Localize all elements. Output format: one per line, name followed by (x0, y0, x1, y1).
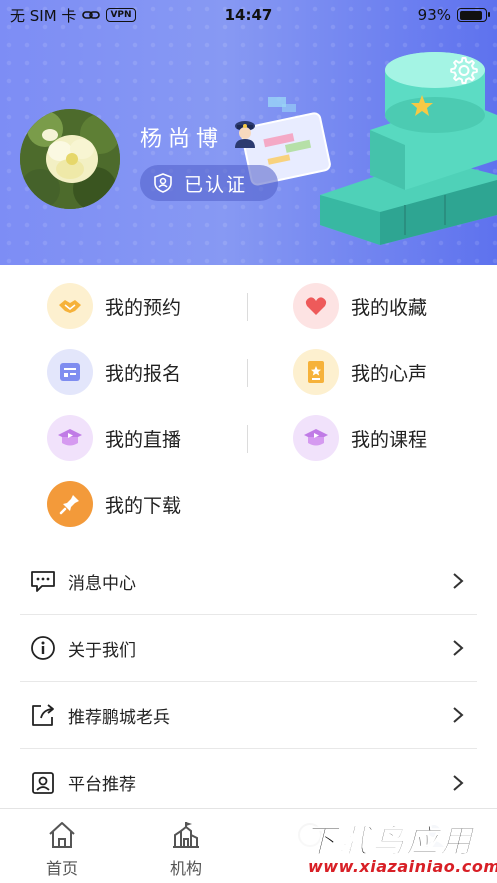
my-downloads-button[interactable]: 我的下载 (47, 481, 181, 527)
verified-badge: 已认证 (140, 165, 278, 201)
live-icon (47, 415, 93, 461)
chevron-right-icon (453, 707, 464, 723)
profile-page: 无 SIM 卡 VPN 14:47 93% 杨尚博 已认证 我的预约 我的收藏 … (0, 0, 497, 883)
status-bar: 无 SIM 卡 VPN 14:47 93% (0, 0, 497, 30)
list-item-message-center[interactable]: 消息中心 (20, 548, 477, 615)
grid-label: 我的报名 (105, 362, 182, 385)
grid-label: 我的收藏 (351, 296, 428, 319)
grid-label: 我的下载 (105, 494, 182, 517)
grid-row: 我的直播 我的课程 (0, 407, 497, 473)
list-item-label: 消息中心 (68, 573, 136, 594)
chevron-right-icon (453, 774, 464, 791)
grid-label: 我的直播 (105, 428, 182, 451)
chevron-right-icon (453, 573, 464, 589)
tab-institution[interactable]: 机构 (146, 819, 226, 879)
form-icon (47, 349, 93, 395)
settings-gear-icon[interactable] (448, 55, 478, 85)
chevron-right-icon (453, 640, 464, 656)
tab-label: 机构 (169, 859, 202, 878)
list-item-label: 关于我们 (68, 640, 136, 661)
list-item-recommend[interactable]: 推荐鹏城老兵 (20, 682, 477, 749)
avatar[interactable] (20, 109, 120, 209)
list-item-label: 推荐鹏城老兵 (68, 707, 170, 728)
home-icon (49, 822, 75, 848)
shield-user-icon (154, 173, 172, 193)
my-voice-button[interactable]: 我的心声 (293, 349, 427, 395)
list-item-about-us[interactable]: 关于我们 (20, 615, 477, 682)
my-registrations-button[interactable]: 我的报名 (47, 349, 181, 395)
tab-label: 首页 (45, 859, 78, 878)
notebook-icon (293, 349, 339, 395)
list-item-label: 平台推荐 (68, 775, 136, 795)
my-live-button[interactable]: 我的直播 (47, 415, 181, 461)
handshake-icon (47, 283, 93, 329)
download-icon (47, 481, 93, 527)
course-icon (293, 415, 339, 461)
battery-percent: 93% (417, 6, 451, 24)
share-icon (32, 704, 54, 726)
link-icon (82, 11, 101, 19)
grid-row: 我的报名 我的心声 (0, 341, 497, 407)
watermark-url: www.xiazainiao.com (308, 857, 497, 876)
message-icon (31, 571, 55, 592)
my-courses-button[interactable]: 我的课程 (293, 415, 427, 461)
contact-card-icon (32, 771, 54, 794)
watermark-title: 下载鸟应用 (303, 822, 475, 861)
divider (247, 425, 248, 453)
verify-label: 已认证 (184, 173, 248, 196)
institution-icon (173, 822, 199, 848)
profile-header: 无 SIM 卡 VPN 14:47 93% 杨尚博 已认证 (0, 0, 497, 265)
grid-label: 我的心声 (351, 362, 428, 385)
list-item-platform-recommend[interactable]: 平台推荐 (20, 749, 477, 816)
grid-row: 我的预约 我的收藏 (0, 275, 497, 341)
police-avatar-icon (235, 121, 255, 148)
vpn-badge: VPN (106, 8, 136, 22)
divider (247, 293, 248, 321)
grid-row: 我的下载 (0, 473, 497, 539)
carrier-text: 无 SIM 卡 (10, 6, 77, 25)
my-appointments-button[interactable]: 我的预约 (47, 283, 181, 329)
my-favorites-button[interactable]: 我的收藏 (293, 283, 427, 329)
settings-list: 消息中心 关于我们 推荐鹏城老兵 平台推荐 (20, 548, 477, 816)
tab-home[interactable]: 首页 (22, 819, 102, 879)
info-icon (31, 636, 55, 660)
user-name: 杨尚博 (140, 127, 225, 152)
divider (247, 359, 248, 387)
watermark: 下载鸟应用 www.xiazainiao.com (296, 812, 497, 883)
feature-grid: 我的预约 我的收藏 我的报名 我的心声 我的直播 我的课程 我的下载 (0, 275, 497, 539)
grid-label: 我的预约 (105, 296, 182, 319)
grid-label: 我的课程 (351, 428, 428, 451)
battery-icon (457, 8, 490, 22)
heart-icon (293, 283, 339, 329)
